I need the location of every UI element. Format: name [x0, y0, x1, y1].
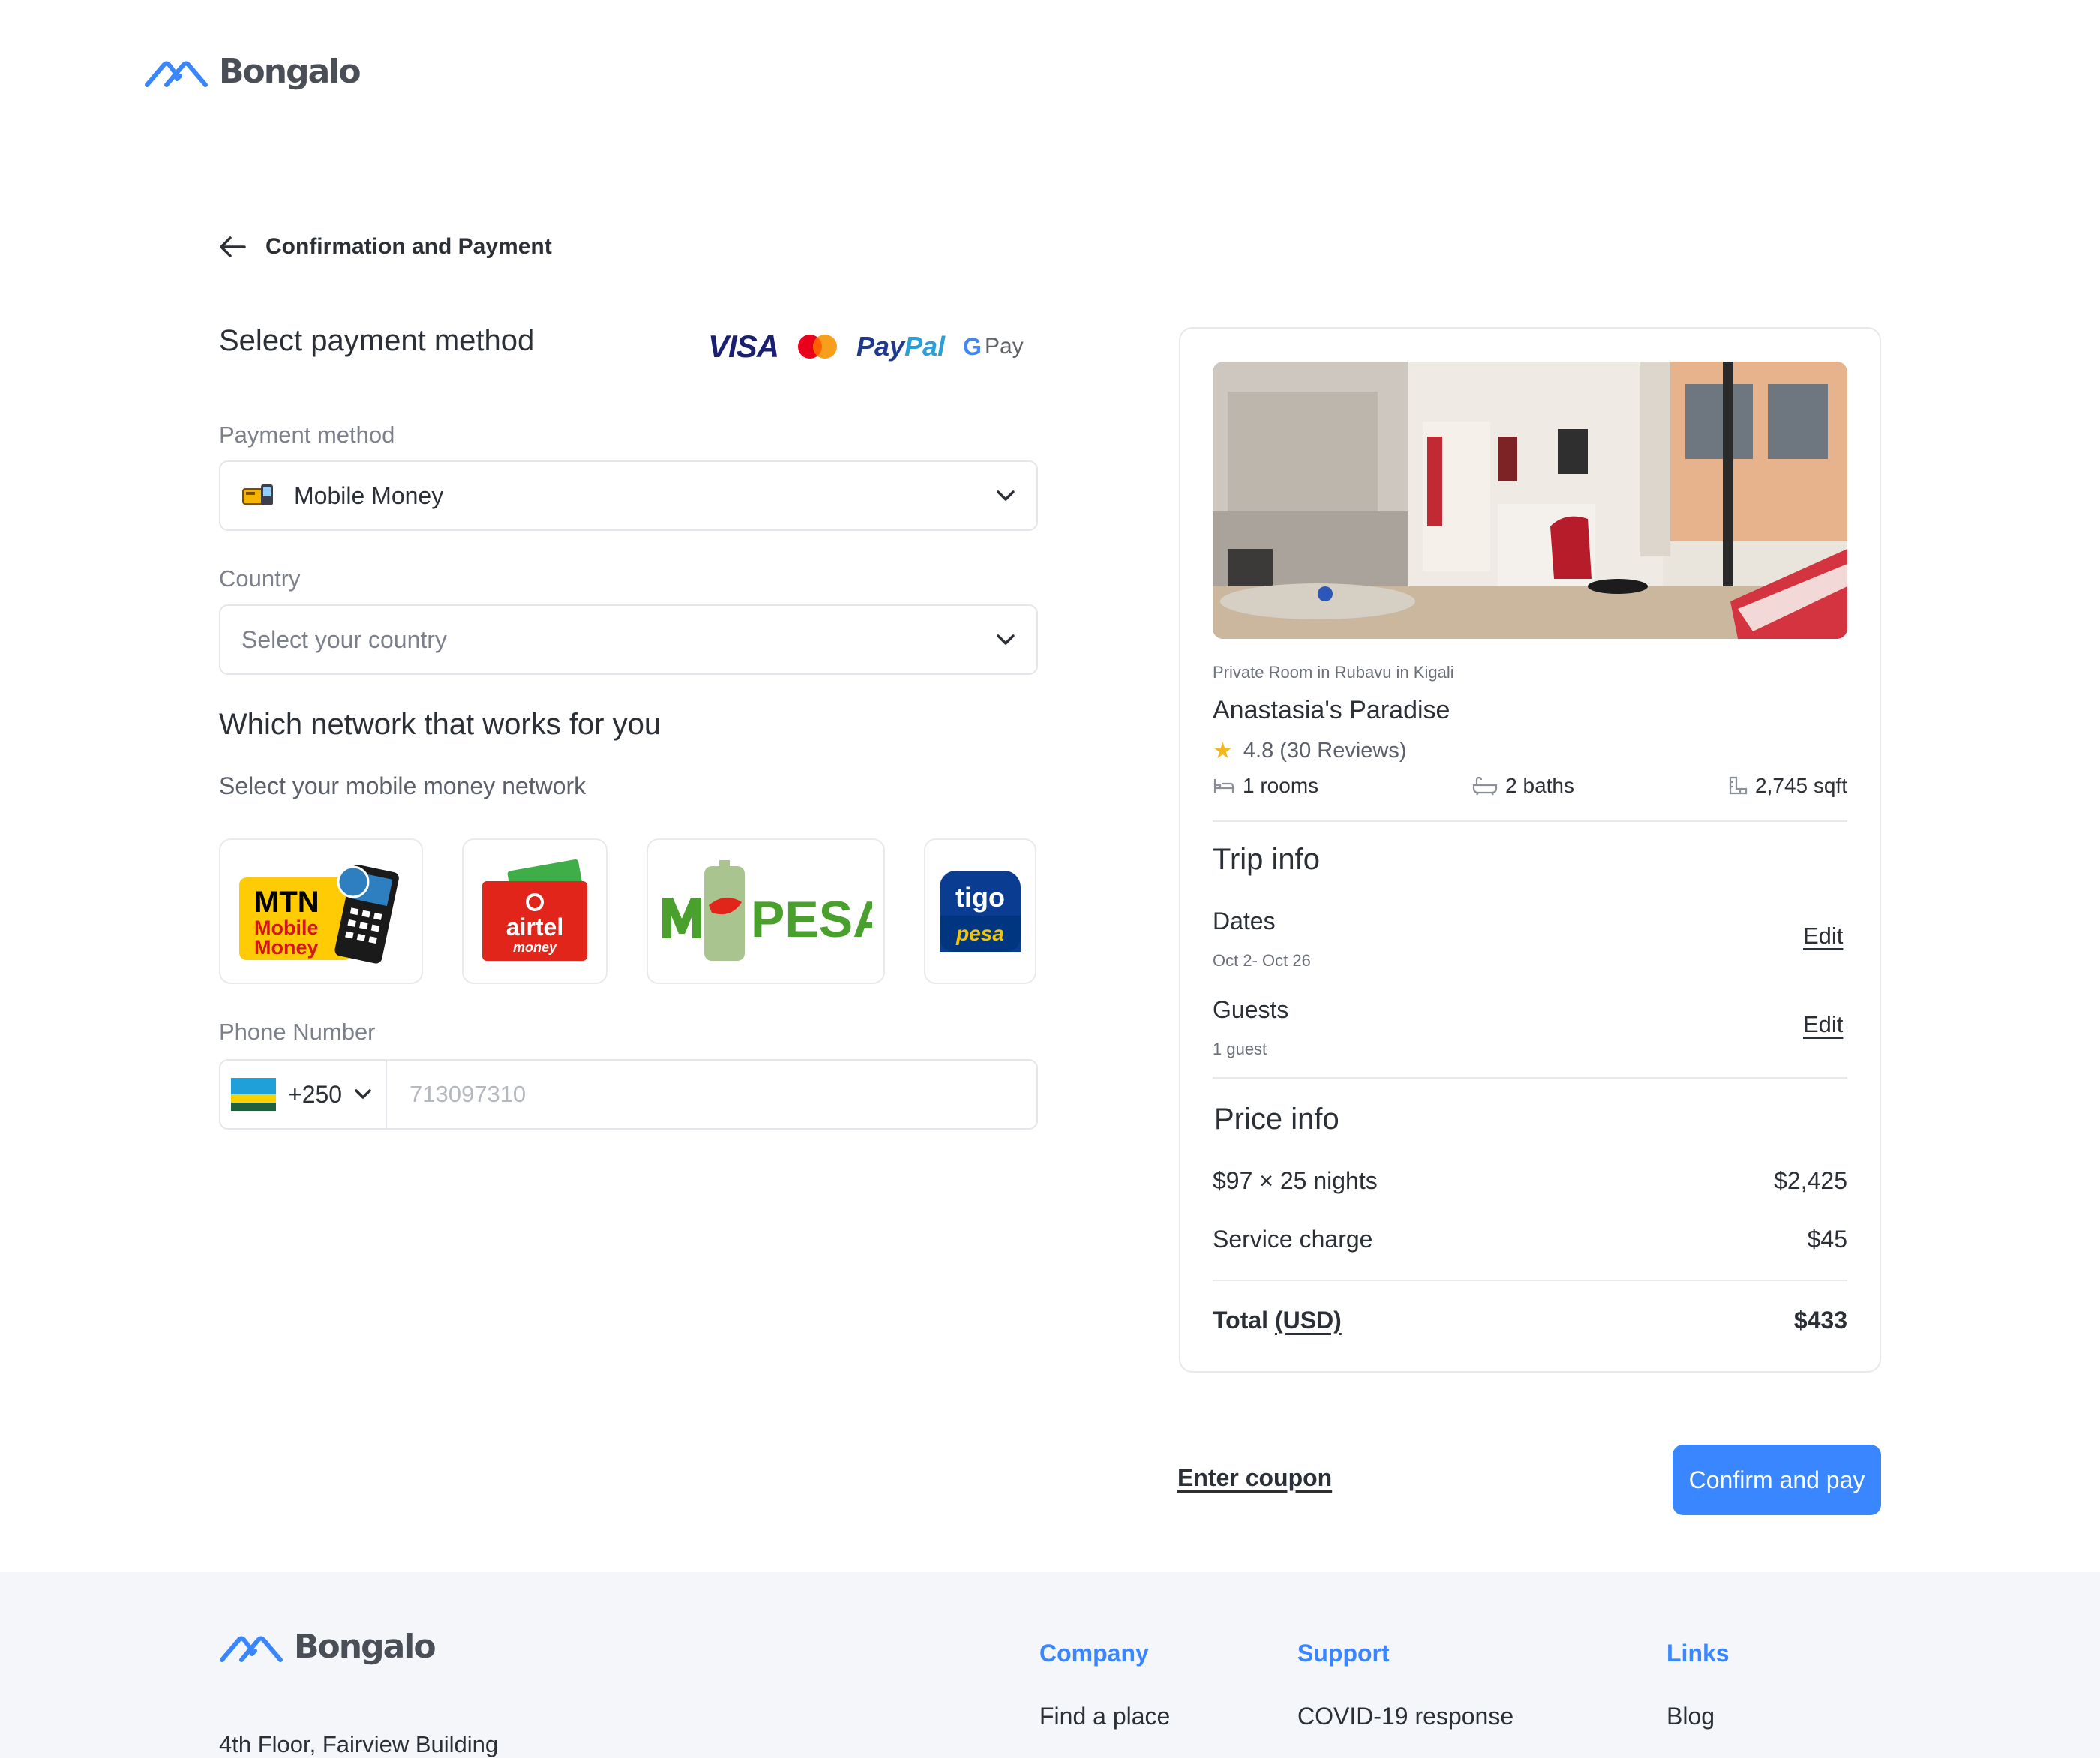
total-value: $433 [1793, 1306, 1847, 1334]
rooms-text: 1 rooms [1243, 774, 1319, 797]
rating-text: 4.8 (30 Reviews) [1243, 739, 1407, 763]
total-label: Total [1213, 1306, 1269, 1334]
nightly-label: $97 × 25 nights [1213, 1167, 1378, 1194]
svg-text:pesa: pesa [956, 922, 1004, 945]
airtel-money-logo: airtel money [482, 859, 587, 961]
phone-label: Phone Number [219, 1018, 376, 1045]
network-heading: Which network that works for you [219, 708, 662, 741]
phone-number-input[interactable] [387, 1060, 1036, 1128]
divider [1213, 820, 1847, 822]
edit-dates-link[interactable]: Edit [1803, 922, 1843, 950]
svg-text:Money: Money [254, 936, 319, 958]
visa-logo: VISA [708, 328, 779, 364]
page-header: Confirmation and Payment [219, 234, 552, 260]
mastercard-icon [798, 334, 838, 358]
area-fact: 2,745 sqft [1728, 774, 1847, 798]
network-subheading: Select your mobile money network [219, 772, 586, 800]
mobile-money-icon [242, 484, 273, 506]
footer-link-blog[interactable]: Blog [1666, 1702, 1714, 1730]
nightly-price-row: $97 × 25 nights $2,425 [1213, 1167, 1847, 1195]
payment-heading: Select payment method [219, 324, 535, 357]
svg-text:PESA: PESA [751, 891, 872, 948]
payment-brands: VISA PayPal G Pay [708, 326, 1024, 368]
dates-value: Oct 2- Oct 26 [1213, 951, 1311, 970]
trip-info-heading: Trip info [1213, 843, 1321, 876]
service-value: $45 [1807, 1226, 1847, 1252]
footer-heading-links: Links [1666, 1640, 1730, 1666]
svg-text:airtel: airtel [506, 914, 563, 940]
bathtub-icon [1473, 776, 1498, 796]
edit-guests-link[interactable]: Edit [1803, 1011, 1843, 1038]
tigo-pesa-logo: tigo pesa [940, 871, 1021, 952]
chevron-down-icon [997, 634, 1015, 645]
mtn-mobile-money-logo: MTN Mobile Money [239, 864, 399, 964]
service-label: Service charge [1213, 1226, 1373, 1252]
rwanda-flag-icon [231, 1078, 276, 1111]
rooms-fact: 1 rooms [1213, 774, 1318, 798]
svg-text:money: money [513, 940, 557, 955]
country-select[interactable]: Select your country [219, 604, 1038, 675]
paypal-logo: PayPal [856, 331, 946, 362]
total-label-group: Total (USD) [1213, 1306, 1342, 1334]
chevron-down-icon [355, 1089, 371, 1099]
payment-method-value: Mobile Money [294, 482, 444, 509]
brand-name: Bongalo [219, 52, 362, 91]
bed-icon [1214, 779, 1234, 793]
country-placeholder: Select your country [242, 626, 447, 653]
divider [1213, 1280, 1847, 1281]
network-option-airtel[interactable]: airtel money [462, 838, 608, 984]
total-row: Total (USD) $433 [1213, 1306, 1847, 1334]
footer-heading-company: Company [1040, 1640, 1149, 1666]
guests-value: 1 guest [1213, 1040, 1268, 1058]
listing-name: Anastasia's Paradise [1213, 696, 1450, 724]
footer-address: 4th Floor, Fairview Building [219, 1731, 499, 1757]
network-option-tigo[interactable]: tigo pesa [924, 838, 1036, 984]
listing-photo [1213, 362, 1847, 639]
total-currency[interactable]: (USD) [1275, 1306, 1342, 1334]
footer-heading-support: Support [1298, 1640, 1390, 1666]
network-option-mtn[interactable]: MTN Mobile Money [219, 838, 423, 984]
footer-brand-name: Bongalo [294, 1628, 436, 1666]
country-code-select[interactable]: +250 [220, 1060, 387, 1128]
area-text: 2,745 sqft [1755, 774, 1847, 797]
country-label: Country [219, 566, 301, 592]
chevron-down-icon [997, 490, 1015, 501]
dates-label: Dates [1213, 908, 1276, 934]
baths-fact: 2 baths [1472, 774, 1574, 798]
divider [1213, 1077, 1847, 1078]
guests-label: Guests [1213, 996, 1289, 1023]
listing-rating: ★ 4.8 (30 Reviews) [1213, 738, 1407, 764]
service-charge-row: Service charge $45 [1213, 1226, 1847, 1253]
svg-text:tigo: tigo [956, 882, 1005, 913]
footer-link-find-a-place[interactable]: Find a place [1040, 1702, 1170, 1730]
payment-method-label: Payment method [219, 422, 395, 448]
payment-method-select[interactable]: Mobile Money [219, 460, 1038, 531]
listing-type-location: Private Room in Rubavu in Kigali [1213, 663, 1454, 682]
back-arrow-icon[interactable] [219, 236, 246, 258]
price-info-heading: Price info [1214, 1102, 1340, 1136]
network-option-mpesa[interactable]: PESA [646, 838, 885, 984]
footer-link-covid-response[interactable]: COVID-19 response [1298, 1702, 1514, 1730]
page-title: Confirmation and Payment [266, 234, 552, 259]
mpesa-logo: PESA [662, 860, 872, 961]
confirm-and-pay-button[interactable]: Confirm and pay [1672, 1444, 1881, 1515]
country-code-value: +250 [288, 1080, 343, 1108]
bongalo-logo-icon [220, 1636, 283, 1662]
star-icon: ★ [1213, 739, 1233, 764]
gpay-logo: G Pay [963, 332, 1024, 360]
header-logo[interactable]: Bongalo [144, 52, 362, 91]
phone-field: +250 [219, 1059, 1038, 1130]
listing-facts: 1 rooms 2 baths 2,745 sqft [1213, 774, 1847, 798]
enter-coupon-link[interactable]: Enter coupon [1178, 1464, 1332, 1492]
area-icon [1729, 776, 1748, 795]
bongalo-logo-icon [145, 61, 208, 87]
footer-logo[interactable]: Bongalo [219, 1628, 436, 1666]
baths-text: 2 baths [1505, 774, 1575, 797]
mtn-text: MTN [254, 886, 320, 919]
nightly-value: $2,425 [1774, 1167, 1847, 1194]
